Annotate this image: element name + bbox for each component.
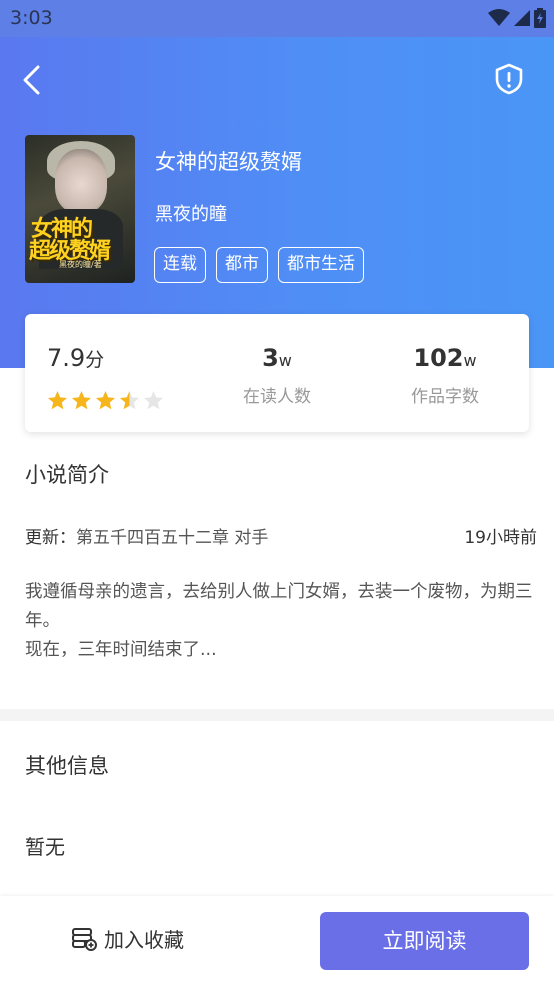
book-title: 女神的超级赘婿 [155,150,302,174]
other-info-content: 暂无 [25,835,65,859]
status-bar: 3:03 [0,0,554,37]
cover-author: 黑夜的瞳/著 [59,260,102,269]
stats-card: 7.9分 3w 在读人数 102w 作品字数 [25,314,529,432]
update-prefix: 更新： [25,528,76,548]
tag-urban-life[interactable]: 都市生活 [278,247,364,283]
bookshelf-add-icon [72,927,97,951]
intro-heading: 小说简介 [25,463,109,487]
signal-icon [514,10,530,26]
status-time: 3:03 [10,7,53,29]
book-cover[interactable]: 女神的 超级赘婿 黑夜的瞳/著 [25,135,135,283]
word-count-stat: 102w 作品字数 [385,344,505,407]
chevron-left-icon[interactable] [18,64,48,96]
other-info-heading: 其他信息 [25,754,109,778]
latest-chapter: 第五千四百五十二章 对手 [76,528,269,548]
readers-stat: 3w 在读人数 [217,344,337,407]
book-author[interactable]: 黑夜的瞳 [155,200,227,226]
update-time: 19小時前 [464,528,537,548]
wifi-icon [488,9,510,26]
star-icon [144,391,163,410]
book-description: 我遵循母亲的遗言，去给别人做上门女婿，去装一个废物，为期三年。 现在，三年时间结… [25,582,533,660]
read-now-button[interactable]: 立即阅读 [320,912,529,970]
word-count-label: 作品字数 [411,387,479,407]
shield-alert-icon[interactable] [492,62,526,96]
tag-serial[interactable]: 连载 [154,247,206,283]
readers-label: 在读人数 [243,387,311,407]
rating-stars [47,390,164,411]
book-tags: 连载 都市 都市生活 [154,247,364,283]
bottom-action-bar: 加入收藏 立即阅读 [0,896,554,984]
star-icon [120,391,139,410]
star-icon [48,391,67,410]
add-to-bookshelf-button[interactable]: 加入收藏 [70,924,184,953]
battery-icon [534,8,546,28]
rating-score: 7.9分 [47,344,105,372]
section-divider [0,709,554,721]
add-to-bookshelf-label: 加入收藏 [104,928,184,952]
star-icon [72,391,91,410]
latest-update[interactable]: 更新：第五千四百五十二章 对手 19小時前 [25,523,537,548]
tag-urban[interactable]: 都市 [216,247,268,283]
status-icons [488,8,546,28]
star-icon [96,391,115,410]
